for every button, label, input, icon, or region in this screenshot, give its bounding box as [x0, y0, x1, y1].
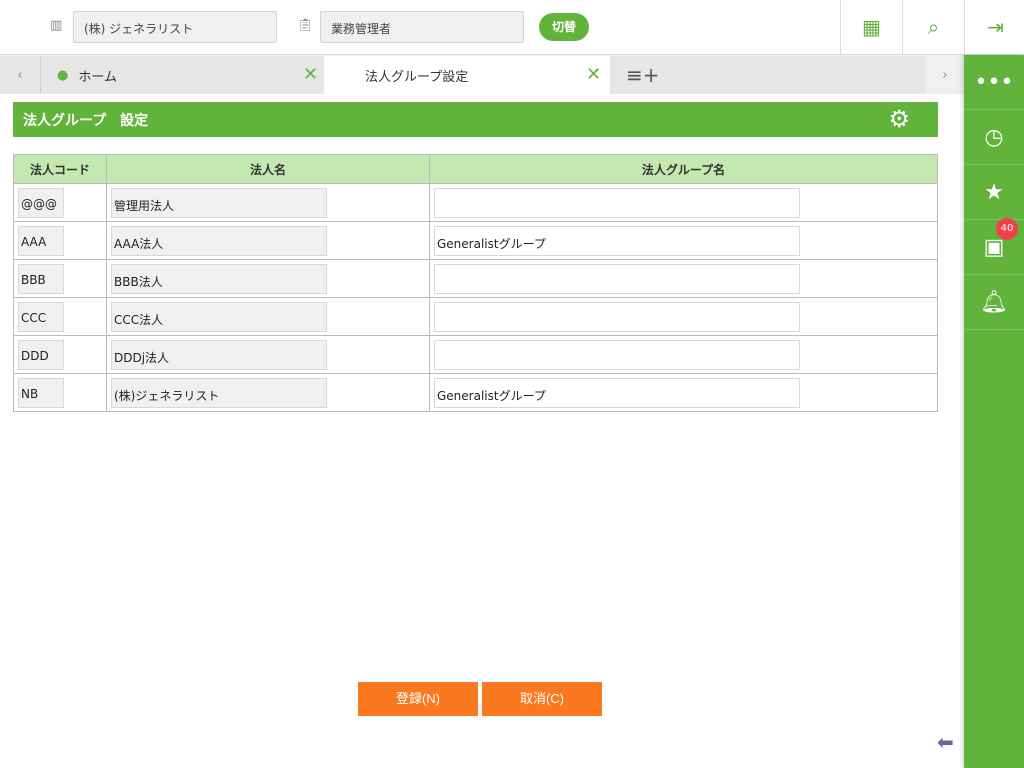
- group-cell: [429, 259, 938, 298]
- role-field[interactable]: 業務管理者: [320, 11, 524, 43]
- tab-scroll-right-icon[interactable]: ›: [926, 56, 964, 94]
- group-cell: [429, 183, 938, 222]
- group-cell: Generalistグループ: [429, 373, 938, 412]
- search-icon[interactable]: ⌕: [902, 0, 964, 54]
- name-cell: BBB法人: [106, 259, 430, 298]
- switch-button[interactable]: 切替: [539, 13, 589, 41]
- code-field: @@@: [18, 187, 64, 218]
- tab-label: 法人グループ設定: [365, 69, 469, 85]
- logout-icon[interactable]: ⇥: [964, 0, 1024, 54]
- close-icon[interactable]: ✕: [586, 64, 601, 85]
- group-name-input[interactable]: [434, 339, 800, 370]
- page-title: 法人グループ 設定: [23, 113, 149, 129]
- collapse-arrow-icon[interactable]: ⬅: [937, 730, 954, 754]
- company-field[interactable]: (株) ジェネラリスト: [73, 11, 277, 43]
- tab-corporate-group[interactable]: 法人グループ設定 ✕: [324, 56, 610, 94]
- group-name-input[interactable]: [434, 301, 800, 332]
- column-header-code: 法人コード: [13, 154, 107, 184]
- column-header-group: 法人グループ名: [429, 154, 938, 184]
- column-header-name: 法人名: [106, 154, 430, 184]
- group-name-input[interactable]: [434, 263, 800, 294]
- add-tab-icon[interactable]: ≡+: [626, 56, 660, 94]
- right-sidebar: ••• ◷ ★ ▣ 40 🔔︎: [964, 55, 1024, 768]
- corporate-group-table: 法人コード 法人名 法人グループ名 @@@ 管理用法人 AAA AAA法人 Ge…: [13, 154, 938, 412]
- header: ▥ (株) ジェネラリスト 📋︎ 業務管理者 切替 ▦ ⌕ ⇥: [0, 0, 1024, 55]
- name-field: BBB法人: [111, 263, 327, 294]
- apps-grid-icon[interactable]: ▦: [840, 0, 902, 54]
- code-field: CCC: [18, 301, 64, 332]
- table-row: DDD DDDj法人: [13, 335, 938, 374]
- name-field: 管理用法人: [111, 187, 327, 218]
- code-cell: BBB: [13, 259, 107, 298]
- code-field: DDD: [18, 339, 64, 370]
- group-cell: [429, 335, 938, 374]
- tab-scroll-left-icon[interactable]: ‹: [0, 56, 40, 94]
- group-name-input[interactable]: Generalistグループ: [434, 225, 800, 256]
- bell-icon[interactable]: 🔔︎: [964, 275, 1024, 330]
- close-icon[interactable]: ✕: [303, 64, 318, 85]
- code-cell: @@@: [13, 183, 107, 222]
- history-icon[interactable]: ◷: [964, 110, 1024, 165]
- table-row: NB (株)ジェネラリスト Generalistグループ: [13, 373, 938, 412]
- name-cell: AAA法人: [106, 221, 430, 260]
- name-cell: CCC法人: [106, 297, 430, 336]
- name-field: DDDj法人: [111, 339, 327, 370]
- code-cell: DDD: [13, 335, 107, 374]
- name-cell: 管理用法人: [106, 183, 430, 222]
- tab-label: ホーム: [78, 69, 117, 85]
- group-name-input[interactable]: [434, 187, 800, 218]
- code-cell: CCC: [13, 297, 107, 336]
- gear-icon[interactable]: ⚙: [888, 105, 910, 133]
- table-row: AAA AAA法人 Generalistグループ: [13, 221, 938, 260]
- pin-icon: ●: [57, 67, 69, 83]
- cancel-button[interactable]: 取消(C): [482, 682, 602, 716]
- notification-badge: 40: [996, 218, 1018, 240]
- name-cell: DDDj法人: [106, 335, 430, 374]
- page-title-bar: 法人グループ 設定 ⚙: [13, 102, 938, 137]
- group-cell: Generalistグループ: [429, 221, 938, 260]
- more-icon[interactable]: •••: [964, 55, 1024, 110]
- register-button[interactable]: 登録(N): [358, 682, 478, 716]
- table-row: BBB BBB法人: [13, 259, 938, 298]
- tab-bar: ‹ ● ホーム ✕ 法人グループ設定 ✕ ≡+ ›: [0, 56, 964, 94]
- name-field: AAA法人: [111, 225, 327, 256]
- table-row: CCC CCC法人: [13, 297, 938, 336]
- group-cell: [429, 297, 938, 336]
- clipboard-icon: 📋︎: [297, 18, 314, 33]
- star-icon[interactable]: ★: [964, 165, 1024, 220]
- building-icon: ▥: [50, 18, 63, 33]
- name-cell: (株)ジェネラリスト: [106, 373, 430, 412]
- name-field: CCC法人: [111, 301, 327, 332]
- group-name-input[interactable]: Generalistグループ: [434, 377, 800, 408]
- inbox-icon[interactable]: ▣ 40: [964, 218, 1024, 275]
- code-cell: AAA: [13, 221, 107, 260]
- tab-home[interactable]: ● ホーム ✕: [40, 56, 324, 94]
- code-field: NB: [18, 377, 64, 408]
- name-field: (株)ジェネラリスト: [111, 377, 327, 408]
- code-field: BBB: [18, 263, 64, 294]
- code-cell: NB: [13, 373, 107, 412]
- code-field: AAA: [18, 225, 64, 256]
- table-row: @@@ 管理用法人: [13, 183, 938, 222]
